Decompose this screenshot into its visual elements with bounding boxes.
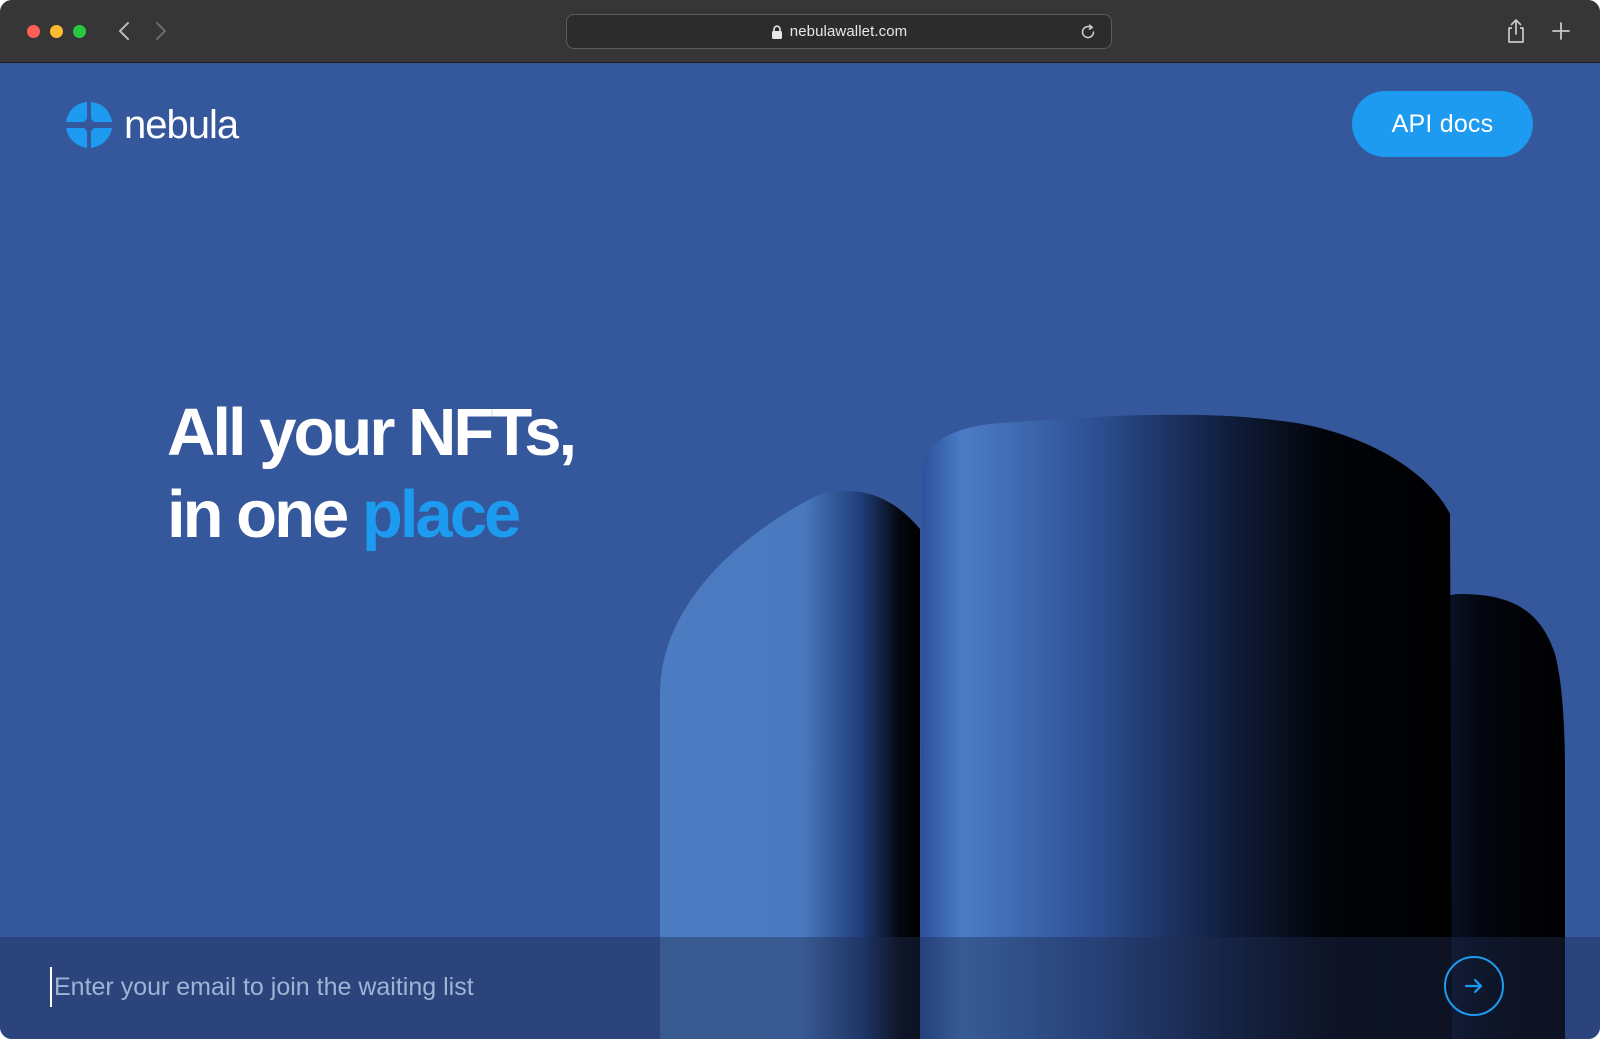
waitlist-bar bbox=[0, 937, 1600, 1039]
zoom-window-button[interactable] bbox=[73, 25, 86, 38]
brand[interactable]: nebula bbox=[66, 102, 239, 148]
chevron-right-icon bbox=[156, 22, 166, 40]
headline-line-2-prefix: in one bbox=[167, 477, 362, 552]
browser-window: nebulawallet.com nebula API docs All you… bbox=[0, 0, 1600, 1039]
api-docs-button[interactable]: API docs bbox=[1352, 91, 1533, 157]
close-window-button[interactable] bbox=[27, 25, 40, 38]
address-url: nebulawallet.com bbox=[789, 23, 908, 40]
email-input[interactable] bbox=[50, 967, 1350, 1007]
address-bar[interactable]: nebulawallet.com bbox=[566, 14, 1112, 49]
headline-accent-word: place bbox=[361, 477, 521, 552]
brand-name: nebula bbox=[124, 103, 239, 147]
page-content: nebula API docs All your NFTs, in one pl… bbox=[0, 64, 1600, 1039]
back-button[interactable] bbox=[113, 19, 137, 43]
share-icon bbox=[1508, 19, 1524, 43]
chevron-left-icon bbox=[119, 22, 129, 40]
hero-headline: All your NFTs, in one place bbox=[167, 392, 577, 556]
new-tab-button[interactable] bbox=[1550, 20, 1572, 42]
lock-icon bbox=[771, 24, 782, 39]
reload-icon[interactable] bbox=[1079, 23, 1097, 41]
forward-button[interactable] bbox=[148, 19, 172, 43]
arrow-right-icon bbox=[1464, 978, 1483, 994]
browser-toolbar: nebulawallet.com bbox=[0, 0, 1600, 63]
share-button[interactable] bbox=[1504, 18, 1528, 44]
nebula-logo-icon bbox=[66, 102, 112, 148]
plus-icon bbox=[1552, 22, 1570, 40]
submit-email-button[interactable] bbox=[1444, 956, 1504, 1016]
headline-line-1: All your NFTs, bbox=[167, 395, 577, 470]
minimize-window-button[interactable] bbox=[50, 25, 63, 38]
